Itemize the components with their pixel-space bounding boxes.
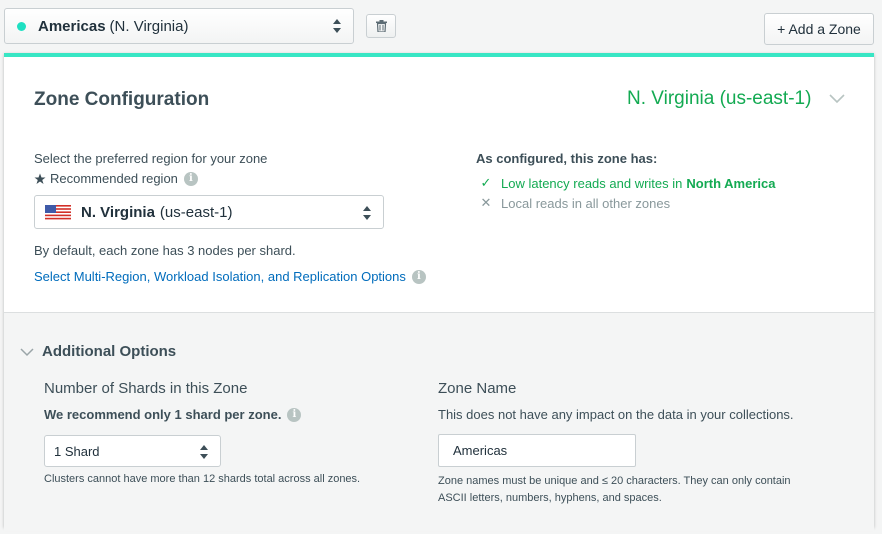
info-icon[interactable]: i bbox=[183, 171, 198, 186]
feature-highlight: North America bbox=[686, 175, 776, 191]
check-icon: ✓ bbox=[480, 175, 492, 190]
zone-region-header: N. Virginia (us-east-1) bbox=[627, 88, 812, 109]
additional-options-title: Additional Options bbox=[42, 343, 177, 360]
shards-title: Number of Shards in this Zone bbox=[44, 380, 248, 397]
info-icon[interactable]: i bbox=[287, 407, 302, 422]
chevron-down-icon[interactable] bbox=[828, 89, 846, 107]
updown-arrows-icon bbox=[333, 19, 341, 33]
zone-color-dot bbox=[17, 21, 26, 31]
region-select-name: N. Virginia bbox=[81, 203, 155, 221]
zone-toolbar: Americas (N. Virginia) + Add a Zone bbox=[0, 0, 882, 52]
zone-name-note: Zone names must be unique and ≤ 20 chara… bbox=[438, 475, 791, 504]
feature-text: Low latency reads and writes in bbox=[501, 175, 683, 191]
updown-arrows-icon bbox=[200, 445, 208, 459]
shards-select-value: 1 Shard bbox=[54, 443, 100, 459]
shards-note: Clusters cannot have more than 12 shards… bbox=[44, 473, 361, 485]
zone-selector[interactable]: Americas (N. Virginia) bbox=[4, 8, 354, 44]
recommended-region-label: Recommended region i bbox=[34, 171, 198, 186]
x-icon: ✕ bbox=[480, 195, 492, 210]
additional-options-toggle[interactable]: Additional Options bbox=[20, 343, 176, 360]
info-icon[interactable]: i bbox=[411, 269, 426, 284]
chevron-down-icon bbox=[20, 347, 34, 356]
region-select-code: (us-east-1) bbox=[159, 203, 233, 221]
feature-item-included: ✓ Low latency reads and writes in North … bbox=[480, 175, 776, 191]
recommended-region-text: Recommended region bbox=[50, 171, 178, 186]
region-select[interactable]: N. Virginia (us-east-1) bbox=[34, 195, 384, 229]
default-nodes-text: By default, each zone has 3 nodes per sh… bbox=[34, 243, 296, 258]
zone-name-input[interactable] bbox=[438, 434, 636, 467]
zone-name-description: This does not have any impact on the dat… bbox=[438, 407, 794, 422]
preferred-region-label: Select the preferred region for your zon… bbox=[34, 151, 268, 166]
trash-icon bbox=[375, 20, 387, 32]
zone-configuration-card: Zone Configuration N. Virginia (us-east-… bbox=[4, 53, 874, 531]
multi-region-link-text[interactable]: Select Multi-Region, Workload Isolation,… bbox=[34, 269, 406, 284]
multi-region-options-link[interactable]: Select Multi-Region, Workload Isolation,… bbox=[34, 269, 426, 284]
as-configured-label: As configured, this zone has: bbox=[476, 151, 658, 166]
feature-text: Local reads in all other zones bbox=[501, 195, 671, 211]
updown-arrows-icon bbox=[363, 206, 371, 220]
zone-selector-region: (N. Virginia) bbox=[109, 17, 189, 35]
star-icon bbox=[34, 173, 46, 184]
shards-recommendation: We recommend only 1 shard per zone. i bbox=[44, 407, 302, 422]
add-zone-button[interactable]: + Add a Zone bbox=[764, 13, 874, 45]
shards-select[interactable]: 1 Shard bbox=[44, 435, 221, 467]
page-title: Zone Configuration bbox=[34, 89, 210, 110]
additional-options-section: Additional Options Number of Shards in t… bbox=[4, 312, 874, 531]
zone-selector-name: Americas bbox=[38, 17, 106, 35]
feature-item-excluded: ✕ Local reads in all other zones bbox=[480, 195, 671, 211]
zone-name-title: Zone Name bbox=[438, 380, 517, 397]
us-flag-icon bbox=[45, 204, 71, 220]
delete-zone-button[interactable] bbox=[366, 14, 396, 38]
shards-recommendation-text: We recommend only 1 shard per zone. bbox=[44, 407, 282, 422]
